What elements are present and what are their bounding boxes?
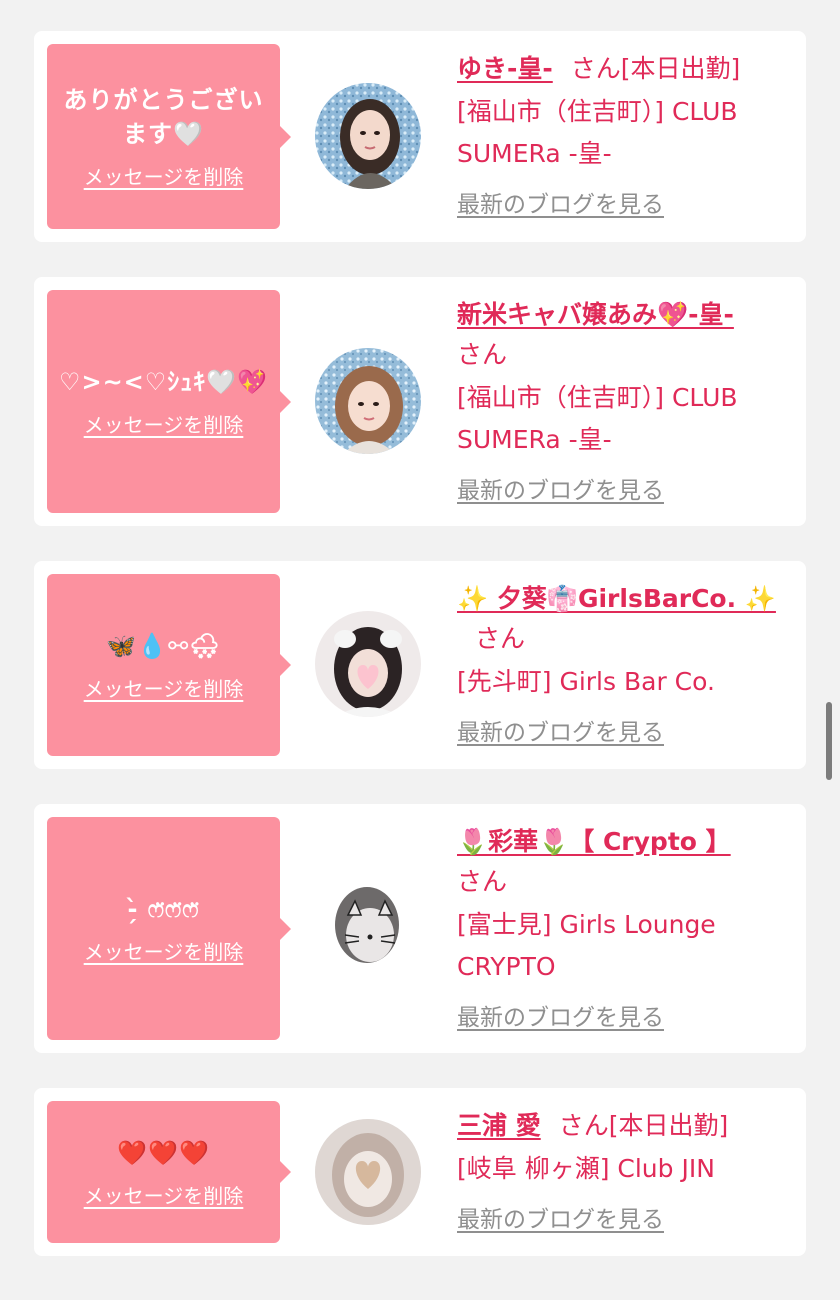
view-blog-link[interactable]: 最新のブログを見る <box>457 998 664 1032</box>
san-honorific: さん <box>558 1111 609 1140</box>
name-line: ✨ 夕葵👘GirlsBarCo. ✨ さん <box>457 579 794 659</box>
name-line: 三浦 愛さん[本日出勤] <box>457 1106 794 1146</box>
message-list-page: ありがとうございます🤍 メッセージを削除 ゆき-皇- さん[本日出勤] [福山市… <box>0 0 840 1300</box>
message-bubble: ありがとうございます🤍 メッセージを削除 <box>47 44 291 229</box>
san-honorific: さん <box>457 867 508 896</box>
message-text: ♡>~<♡ｼｭｷ🤍💖 <box>58 368 269 396</box>
message-text: ❤️❤️❤️ <box>117 1138 210 1167</box>
message-bubble: ❤️❤️❤️ メッセージを削除 <box>47 1101 291 1243</box>
profile-info: 新米キャバ嬢あみ💖-皇- さん [福山市（住吉町）] CLUB SUMERa -皇… <box>457 295 794 505</box>
profile-photo-icon <box>315 611 421 717</box>
status-badge: [本日出勤] <box>608 1111 729 1140</box>
delete-message-link[interactable]: メッセージを削除 <box>84 936 244 965</box>
status-badge: [本日出勤] <box>620 54 741 83</box>
cast-name-link[interactable]: ✨ 夕葵👘GirlsBarCo. ✨ <box>457 584 776 613</box>
profile-info: ゆき-皇- さん[本日出勤] [福山市（住吉町）] CLUB SUMERa -皇-… <box>457 49 794 219</box>
shop-name: [富士見] Girls Lounge CRYPTO <box>457 910 716 981</box>
avatar[interactable] <box>315 1119 421 1225</box>
shop-name: [福山市（住吉町）] CLUB SUMERa -皇- <box>457 97 738 168</box>
view-blog-link[interactable]: 最新のブログを見る <box>457 1200 664 1234</box>
view-blog-link[interactable]: 最新のブログを見る <box>457 471 664 505</box>
message-card: -̗̀ ෆ̈ෆ̈ෆ̈ メッセージを削除 🌷彩華🌷【 Crypto 】さん [富士… <box>34 804 806 1053</box>
name-line: 🌷彩華🌷【 Crypto 】さん <box>457 822 794 902</box>
avatar[interactable] <box>315 611 421 717</box>
message-card: ありがとうございます🤍 メッセージを削除 ゆき-皇- さん[本日出勤] [福山市… <box>34 31 806 242</box>
profile-photo-icon <box>315 83 421 189</box>
san-honorific: さん <box>457 340 508 369</box>
message-text: ありがとうございます🤍 <box>63 86 264 148</box>
profile-info: 三浦 愛さん[本日出勤] [岐阜 柳ヶ瀬] Club JIN 最新のブログを見る <box>457 1106 794 1234</box>
profile-photo-icon <box>315 1119 421 1225</box>
name-line: 新米キャバ嬢あみ💖-皇- さん <box>457 295 794 375</box>
delete-message-link[interactable]: メッセージを削除 <box>84 161 244 190</box>
scrollbar[interactable] <box>826 702 832 780</box>
name-line: ゆき-皇- さん[本日出勤] <box>457 49 794 89</box>
shop-name: [福山市（住吉町）] CLUB SUMERa -皇- <box>457 383 738 454</box>
shop-name: [先斗町] Girls Bar Co. <box>457 667 715 696</box>
message-bubble: -̗̀ ෆ̈ෆ̈ෆ̈ メッセージを削除 <box>47 817 291 1040</box>
message-card: 🦋💧⚯🌨 メッセージを削除 ✨ 夕葵👘GirlsBarCo. ✨ さん [先斗町]… <box>34 561 806 769</box>
shop-name: [岐阜 柳ヶ瀬] Club JIN <box>457 1154 715 1183</box>
view-blog-link[interactable]: 最新のブログを見る <box>457 185 664 219</box>
delete-message-link[interactable]: メッセージを削除 <box>84 673 244 702</box>
avatar[interactable] <box>315 83 421 189</box>
view-blog-link[interactable]: 最新のブログを見る <box>457 713 664 747</box>
message-text: 🦋💧⚯🌨 <box>106 631 221 660</box>
avatar[interactable] <box>315 348 421 454</box>
profile-photo-icon <box>315 348 421 454</box>
profile-photo-icon <box>315 875 421 981</box>
profile-info: 🌷彩華🌷【 Crypto 】さん [富士見] Girls Lounge CRYP… <box>457 822 794 1032</box>
san-honorific: さん <box>475 624 526 653</box>
cast-name-link[interactable]: 🌷彩華🌷【 Crypto 】 <box>457 827 731 856</box>
profile-info: ✨ 夕葵👘GirlsBarCo. ✨ さん [先斗町] Girls Bar Co.… <box>457 579 794 747</box>
message-bubble: ♡>~<♡ｼｭｷ🤍💖 メッセージを削除 <box>47 290 291 513</box>
message-bubble: 🦋💧⚯🌨 メッセージを削除 <box>47 574 291 756</box>
cast-name-link[interactable]: ゆき-皇- <box>457 54 553 83</box>
avatar[interactable] <box>315 875 421 981</box>
message-card: ♡>~<♡ｼｭｷ🤍💖 メッセージを削除 新米キャバ嬢あみ💖-皇- さん [福山市… <box>34 277 806 526</box>
message-text: -̗̀ ෆ̈ෆ̈ෆ̈ <box>127 895 200 923</box>
san-honorific: さん <box>570 54 621 83</box>
message-card: ❤️❤️❤️ メッセージを削除 三浦 愛さん[本日出勤] [岐阜 柳ヶ瀬] Cl… <box>34 1088 806 1256</box>
delete-message-link[interactable]: メッセージを削除 <box>84 409 244 438</box>
cast-name-link[interactable]: 三浦 愛 <box>457 1111 541 1140</box>
delete-message-link[interactable]: メッセージを削除 <box>84 1180 244 1209</box>
cast-name-link[interactable]: 新米キャバ嬢あみ💖-皇- <box>457 300 734 329</box>
